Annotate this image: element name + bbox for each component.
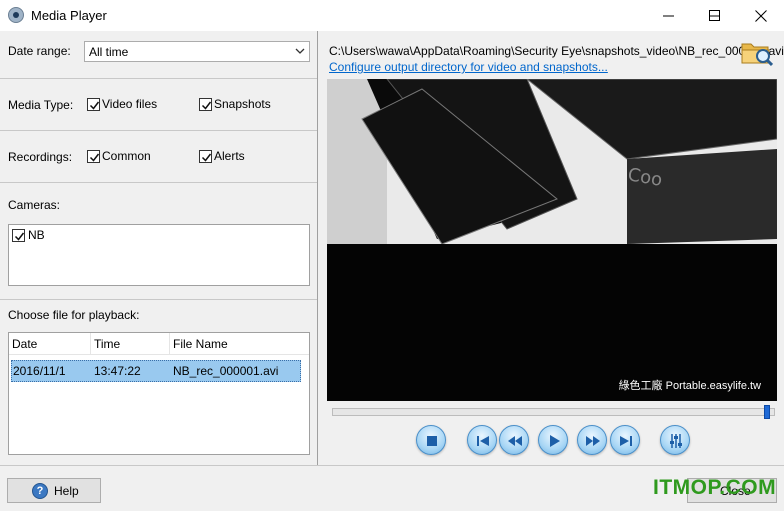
brand-watermark: ITMOP.COM (653, 476, 777, 499)
snapshots-label: Snapshots (214, 97, 271, 111)
fast-forward-icon (586, 436, 600, 446)
stop-icon (427, 436, 437, 446)
checkbox-icon (199, 97, 212, 111)
cameras-label: Cameras: (8, 198, 61, 212)
checkbox-icon (199, 149, 212, 163)
skip-to-start-button[interactable] (467, 425, 497, 455)
checkbox-icon (87, 97, 100, 111)
cell-time: 13:47:22 (94, 364, 141, 378)
video-frame: Coo 綠色工廠 Portable.easylife.tw (327, 79, 777, 401)
video-content: Coo (327, 79, 777, 401)
minimize-icon (663, 15, 674, 17)
seek-thumb[interactable] (764, 405, 770, 419)
window-title: Media Player (31, 8, 107, 23)
open-folder-button[interactable] (741, 37, 774, 67)
footer: ? Help Close ITMOP.COM (0, 465, 784, 511)
alerts-checkbox[interactable]: Alerts (199, 149, 245, 163)
player-panel: C:\Users\wawa\AppData\Roaming\Security E… (320, 31, 784, 465)
cameras-list[interactable]: NB (8, 224, 310, 286)
divider (0, 182, 317, 183)
minimize-window-button[interactable] (646, 0, 692, 31)
play-button[interactable] (538, 425, 568, 455)
table-row[interactable]: 2016/11/1 13:47:22 NB_rec_000001.avi (11, 360, 301, 382)
rewind-icon (508, 436, 522, 446)
file-path: C:\Users\wawa\AppData\Roaming\Security E… (329, 44, 784, 58)
settings-button[interactable] (660, 425, 690, 455)
divider (0, 130, 317, 131)
alerts-label: Alerts (214, 149, 245, 163)
cell-file-name: NB_rec_000001.avi (173, 364, 279, 378)
checkbox-icon (87, 149, 100, 163)
column-header-file-name[interactable]: File Name (170, 333, 309, 355)
cell-date: 2016/11/1 (13, 364, 66, 378)
fast-forward-button[interactable] (577, 425, 607, 455)
video-files-checkbox[interactable]: Video files (87, 97, 157, 111)
common-checkbox[interactable]: Common (87, 149, 151, 163)
media-type-label: Media Type: (8, 98, 74, 112)
help-button[interactable]: ? Help (7, 478, 101, 503)
close-icon (755, 10, 767, 22)
video-watermark: 綠色工廠 Portable.easylife.tw (618, 380, 761, 392)
divider (0, 299, 317, 300)
camera-label: NB (28, 228, 45, 242)
maximize-window-button[interactable] (692, 0, 738, 31)
help-icon: ? (32, 483, 48, 499)
stop-button[interactable] (416, 425, 446, 455)
recordings-label: Recordings: (8, 150, 73, 164)
camera-item-nb[interactable]: NB (12, 228, 45, 242)
date-range-value: All time (89, 45, 129, 59)
help-label: Help (54, 484, 79, 498)
playback-label: Choose file for playback: (8, 308, 140, 322)
checkbox-icon (12, 228, 25, 242)
common-label: Common (102, 149, 151, 163)
play-icon (550, 435, 560, 447)
playback-file-table[interactable]: Date Time File Name 2016/11/1 13:47:22 N… (8, 332, 310, 455)
skip-to-start-icon (477, 436, 489, 446)
divider (0, 78, 317, 79)
folder-search-icon (741, 43, 774, 67)
close-window-button[interactable] (738, 0, 784, 31)
filter-panel: Date range: All time Media Type: Video f… (0, 31, 318, 465)
date-range-label: Date range: (8, 44, 71, 58)
video-files-label: Video files (102, 97, 158, 111)
rewind-button[interactable] (499, 425, 529, 455)
column-header-time[interactable]: Time (91, 333, 170, 355)
title-bar[interactable]: Media Player (0, 0, 784, 31)
skip-to-end-button[interactable] (610, 425, 640, 455)
settings-sliders-icon (670, 434, 682, 448)
column-header-date[interactable]: Date (9, 333, 91, 355)
maximize-icon (709, 10, 720, 21)
snapshots-checkbox[interactable]: Snapshots (199, 97, 271, 111)
chevron-down-icon (295, 48, 305, 54)
skip-to-end-icon (620, 436, 632, 446)
seek-slider[interactable] (332, 405, 775, 419)
date-range-dropdown[interactable]: All time (84, 41, 310, 62)
app-icon (8, 7, 24, 23)
table-header: Date Time File Name (9, 333, 309, 355)
configure-output-link[interactable]: Configure output directory for video and… (329, 60, 608, 74)
